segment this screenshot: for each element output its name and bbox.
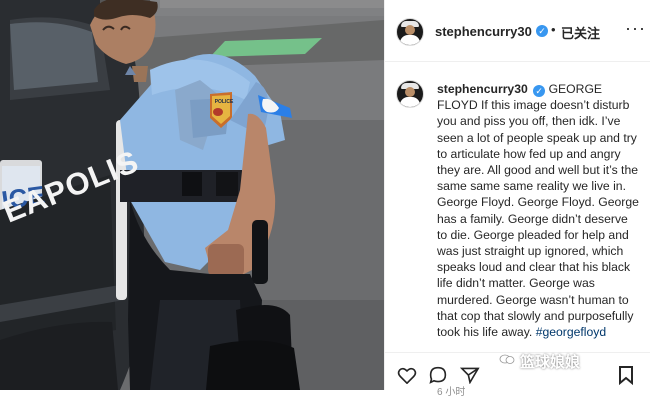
comment-avatar-shirt — [400, 97, 420, 107]
post-photo[interactable]: ICE EAPOLIS POLICE — [0, 0, 384, 390]
action-bar: 篮球娘娘 — [385, 352, 650, 391]
watermark-text: 篮球娘娘 — [520, 354, 581, 371]
header-username[interactable]: stephencurry30 — [435, 24, 532, 39]
avatar-face — [405, 25, 415, 35]
post-sidebar: stephencurry30 ✓ • 已关注 ··· stephencurry3… — [384, 0, 650, 398]
badge-text: POLICE — [214, 99, 234, 105]
verified-icon: ✓ — [536, 25, 548, 37]
instagram-post-viewer: ICE EAPOLIS POLICE stephencurry30 ✓ • 已关… — [0, 0, 650, 398]
heart-icon[interactable] — [397, 366, 417, 384]
caption-verified-icon: ✓ — [533, 85, 546, 97]
header-separator: • — [551, 22, 556, 37]
comment-icon[interactable] — [428, 366, 448, 384]
caption-username[interactable]: stephencurry30 — [437, 82, 528, 96]
bookmark-icon[interactable] — [618, 365, 634, 385]
comment-avatar-face — [405, 87, 415, 97]
follow-button[interactable]: 已关注 — [561, 23, 600, 42]
watermark-icon — [499, 354, 515, 364]
post-header: stephencurry30 ✓ • 已关注 ··· — [385, 0, 650, 62]
comment-avatar[interactable] — [396, 80, 424, 108]
more-icon[interactable]: ··· — [625, 18, 646, 39]
avatar[interactable] — [396, 18, 424, 46]
avatar-shirt — [400, 35, 420, 45]
hashtag-link[interactable]: #georgefloyd — [536, 325, 606, 339]
comments-panel: stephencurry30 ✓ GEORGE FLOYD If this im… — [385, 62, 650, 398]
caption-body: If this image doesn’t disturb you and pi… — [437, 98, 639, 340]
caption-text: stephencurry30 ✓ GEORGE FLOYD If this im… — [437, 81, 639, 340]
share-icon[interactable] — [460, 366, 480, 384]
